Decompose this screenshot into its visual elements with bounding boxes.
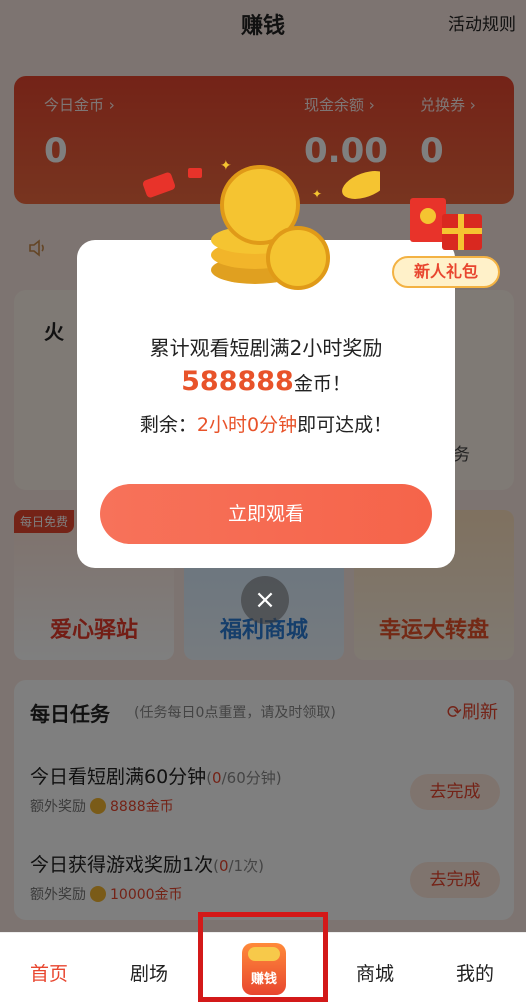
- highlight-box: [198, 912, 328, 1002]
- svg-text:✦: ✦: [220, 158, 232, 174]
- new-user-gift[interactable]: 新人礼包: [392, 190, 500, 290]
- modal-reward-amount: 588888: [181, 366, 294, 397]
- modal-reward-title: 累计观看短剧满2小时奖励: [149, 336, 383, 360]
- modal-remaining-time: 2小时0分钟: [196, 414, 298, 436]
- earn-page: 赚钱 活动规则 今日金币 › 0 现金余额 › 0.00 兑换券 › 0 火 务…: [0, 0, 526, 1007]
- modal-remaining-prefix: 剩余：: [139, 414, 197, 436]
- new-user-gift-label: 新人礼包: [392, 256, 500, 288]
- nav-mall[interactable]: 商城: [356, 959, 394, 986]
- watch-now-button[interactable]: 立即观看: [100, 484, 432, 544]
- nav-drama[interactable]: 剧场: [130, 959, 168, 986]
- nav-home[interactable]: 首页: [30, 959, 68, 986]
- modal-remaining-suffix: 即可达成！: [297, 414, 393, 436]
- gift-box-icon: [410, 198, 482, 250]
- nav-me[interactable]: 我的: [456, 959, 494, 986]
- gold-coins-icon: ✦ ✦: [142, 158, 380, 290]
- svg-text:✦: ✦: [312, 187, 322, 201]
- close-icon[interactable]: ×: [241, 576, 289, 624]
- modal-reward-unit: 金币！: [293, 373, 351, 395]
